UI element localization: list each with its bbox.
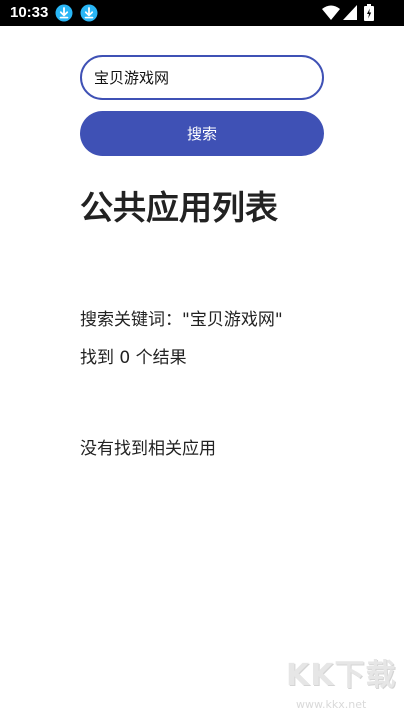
download-icon bbox=[55, 4, 73, 22]
watermark-url: www.kkx.net bbox=[296, 698, 367, 711]
download-icon bbox=[80, 4, 98, 22]
battery-icon bbox=[364, 4, 374, 21]
signal-icon bbox=[343, 5, 357, 20]
search-input[interactable] bbox=[94, 57, 309, 98]
search-button[interactable]: 搜索 bbox=[80, 111, 324, 156]
status-bar: 10:33 bbox=[0, 0, 404, 26]
wifi-icon bbox=[322, 5, 340, 20]
status-time: 10:33 bbox=[10, 4, 49, 21]
result-count-text: 找到 0 个结果 bbox=[80, 348, 187, 368]
watermark-logo: KK下载 bbox=[286, 658, 397, 693]
watermark: KK下载 www.kkx.net bbox=[278, 656, 396, 714]
empty-result-message: 没有找到相关应用 bbox=[80, 439, 216, 459]
search-box bbox=[80, 55, 324, 100]
page-title: 公共应用列表 bbox=[80, 188, 278, 227]
search-keyword-text: 搜索关键词："宝贝游戏网" bbox=[80, 310, 283, 330]
